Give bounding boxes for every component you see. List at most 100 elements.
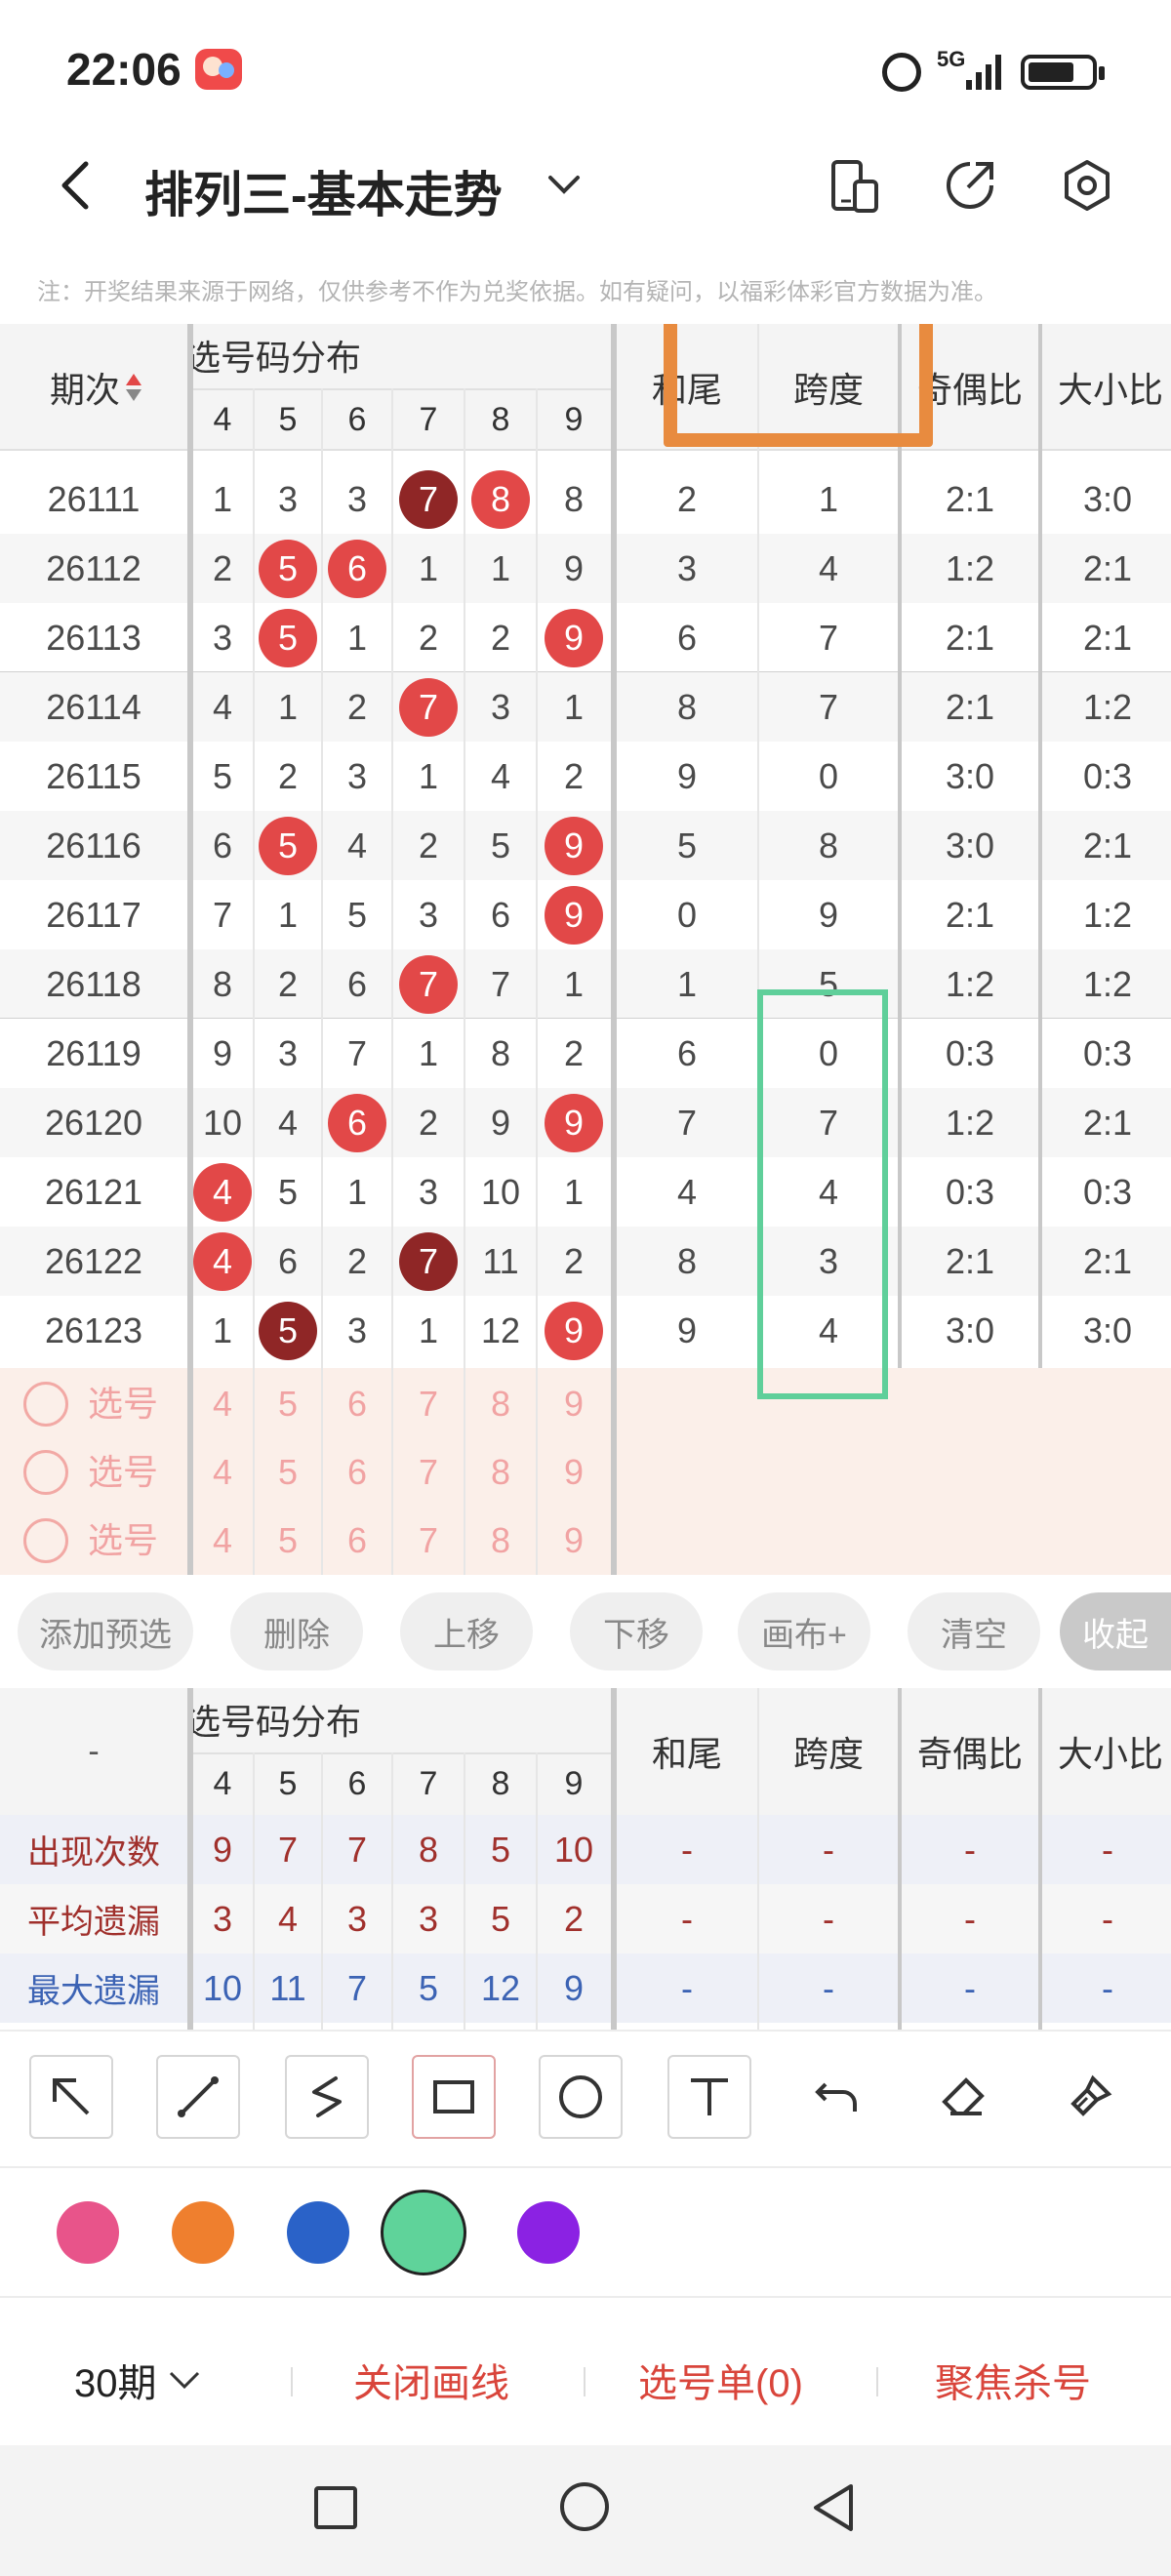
digit-cell: 8 bbox=[464, 464, 537, 534]
digit-cell: 6 bbox=[277, 1240, 299, 1281]
action-button-5[interactable]: 清空 bbox=[908, 1592, 1040, 1670]
action-button-4[interactable]: 画布+ bbox=[738, 1592, 870, 1670]
color-swatch-0[interactable] bbox=[57, 2201, 119, 2264]
period-cell: 26114 bbox=[46, 686, 141, 727]
title-dropdown-icon[interactable] bbox=[546, 174, 582, 202]
pick-digit[interactable]: 4 bbox=[191, 1438, 254, 1507]
stats-value: 5 bbox=[490, 1829, 511, 1870]
stats-dash: - bbox=[681, 1829, 693, 1870]
eraser-button[interactable] bbox=[921, 2055, 1005, 2139]
digit-cell: 6 bbox=[322, 534, 392, 603]
pick-digit[interactable]: 9 bbox=[537, 1370, 611, 1438]
pick-digit[interactable]: 5 bbox=[254, 1438, 322, 1507]
sum-tail-cell: 6 bbox=[676, 1032, 698, 1073]
share-icon[interactable] bbox=[943, 158, 997, 213]
focus-kill-button[interactable]: 聚焦杀号 bbox=[935, 2352, 1091, 2408]
arrow-tool-icon bbox=[53, 2078, 90, 2115]
color-swatch-2[interactable] bbox=[287, 2201, 349, 2264]
digit-cell: 1 bbox=[277, 686, 299, 727]
pick-digit[interactable]: 6 bbox=[322, 1370, 392, 1438]
rectangle-tool-icon bbox=[433, 2080, 474, 2113]
digit-cell: 2 bbox=[212, 547, 233, 588]
pick-digit[interactable]: 4 bbox=[191, 1370, 254, 1438]
hit-ball: 6 bbox=[328, 539, 386, 598]
back-nav-button[interactable] bbox=[810, 2482, 855, 2538]
clear-brush-button[interactable] bbox=[1048, 2055, 1132, 2139]
action-button-3[interactable]: 下移 bbox=[570, 1592, 703, 1670]
status-time: 22:06 bbox=[66, 44, 182, 95]
color-swatch-4[interactable] bbox=[517, 2201, 580, 2264]
action-button-0[interactable]: 添加预选 bbox=[18, 1592, 193, 1670]
action-button-1[interactable]: 删除 bbox=[230, 1592, 363, 1670]
line-tool-button[interactable] bbox=[156, 2055, 240, 2139]
digit-cell: 1 bbox=[418, 547, 439, 588]
pick-radio[interactable] bbox=[23, 1382, 68, 1427]
pick-digit[interactable]: 8 bbox=[464, 1370, 537, 1438]
digit-cell: 6 bbox=[346, 963, 368, 1004]
trend-table: 期次 选号码分布 和尾 跨度 奇偶比 大小比 456789 26111 1 3 3 7 8… bbox=[0, 324, 1171, 1575]
digit-cell: 3 bbox=[418, 1171, 439, 1212]
digit-cell: 2 bbox=[418, 1102, 439, 1143]
stats-value: 7 bbox=[346, 1829, 368, 1870]
stats-row-label: 平均遗漏 bbox=[27, 1904, 160, 1941]
stats-dash: - bbox=[1102, 1967, 1113, 2008]
action-button-2[interactable]: 上移 bbox=[400, 1592, 533, 1670]
pick-digit[interactable]: 7 bbox=[392, 1438, 464, 1507]
odd-even-cell: 2:1 bbox=[945, 478, 995, 519]
span-cell: 8 bbox=[818, 825, 839, 865]
hit-ball: 7 bbox=[399, 677, 458, 737]
device-switch-icon[interactable] bbox=[829, 160, 880, 215]
pick-digit[interactable]: 7 bbox=[392, 1507, 464, 1575]
span-cell: 1 bbox=[818, 478, 839, 519]
settings-icon[interactable] bbox=[1060, 158, 1114, 213]
pick-digit[interactable]: 6 bbox=[322, 1438, 392, 1507]
action-button-6[interactable]: 收起 bbox=[1060, 1592, 1171, 1670]
pick-digit[interactable]: 4 bbox=[191, 1507, 254, 1575]
arrow-tool-button[interactable] bbox=[29, 2055, 113, 2139]
circle-tool-button[interactable] bbox=[539, 2055, 623, 2139]
annotation-rectangle-green[interactable] bbox=[757, 989, 888, 1399]
pick-digit[interactable]: 8 bbox=[464, 1507, 537, 1575]
pick-radio[interactable] bbox=[23, 1518, 68, 1563]
stats-value: 8 bbox=[418, 1829, 439, 1870]
period-header[interactable]: 期次 bbox=[0, 324, 191, 451]
close-draw-button[interactable]: 关闭画线 bbox=[353, 2352, 509, 2408]
hit-ball: 9 bbox=[545, 608, 603, 667]
color-swatch-1[interactable] bbox=[172, 2201, 234, 2264]
big-small-cell: 2:1 bbox=[1082, 825, 1133, 865]
digit-cell: 8 bbox=[212, 963, 233, 1004]
page-title[interactable]: 排列三-基本走势 bbox=[144, 156, 503, 226]
pick-digit[interactable]: 6 bbox=[322, 1507, 392, 1575]
digit-cell: 3 bbox=[346, 1309, 368, 1350]
home-button[interactable] bbox=[560, 2482, 609, 2531]
back-button[interactable] bbox=[49, 156, 107, 215]
stats-value: 3 bbox=[346, 1898, 368, 1939]
stats-dash: - bbox=[823, 1829, 834, 1870]
annotation-rectangle-orange[interactable] bbox=[664, 324, 933, 447]
stats-dash: - bbox=[681, 1967, 693, 2008]
stats-table: - 选号码分布 和尾 跨度 奇偶比 大小比 4 5 6 7 8 9 出现次数 9 7 7 8 5 10… bbox=[0, 1688, 1171, 2030]
sort-icon[interactable] bbox=[126, 374, 141, 401]
odd-even-cell: 1:2 bbox=[945, 1102, 995, 1143]
digit-cell: 3 bbox=[277, 478, 299, 519]
recent-apps-button[interactable] bbox=[314, 2486, 357, 2529]
big-small-cell: 1:2 bbox=[1082, 686, 1133, 727]
pick-digit[interactable]: 9 bbox=[537, 1438, 611, 1507]
pick-digit[interactable]: 5 bbox=[254, 1507, 322, 1575]
stats-dash: - bbox=[681, 1898, 693, 1939]
pick-radio[interactable] bbox=[23, 1450, 68, 1495]
pick-digit[interactable]: 7 bbox=[392, 1370, 464, 1438]
pick-digit[interactable]: 8 bbox=[464, 1438, 537, 1507]
period-select[interactable]: 30期 bbox=[74, 2352, 204, 2408]
color-swatch-3[interactable] bbox=[381, 2190, 466, 2275]
rectangle-tool-button[interactable] bbox=[412, 2055, 496, 2139]
digit-cell: 1 bbox=[563, 686, 585, 727]
freehand-tool-button[interactable] bbox=[285, 2055, 369, 2139]
pick-list-button[interactable]: 选号单(0) bbox=[638, 2352, 803, 2408]
pick-digit[interactable]: 9 bbox=[537, 1507, 611, 1575]
stats-distribution-header: 选号码分布 bbox=[191, 1702, 362, 1742]
text-tool-button[interactable] bbox=[667, 2055, 751, 2139]
undo-button[interactable] bbox=[794, 2055, 878, 2139]
sum-tail-cell: 1 bbox=[676, 963, 698, 1004]
pick-digit[interactable]: 5 bbox=[254, 1370, 322, 1438]
